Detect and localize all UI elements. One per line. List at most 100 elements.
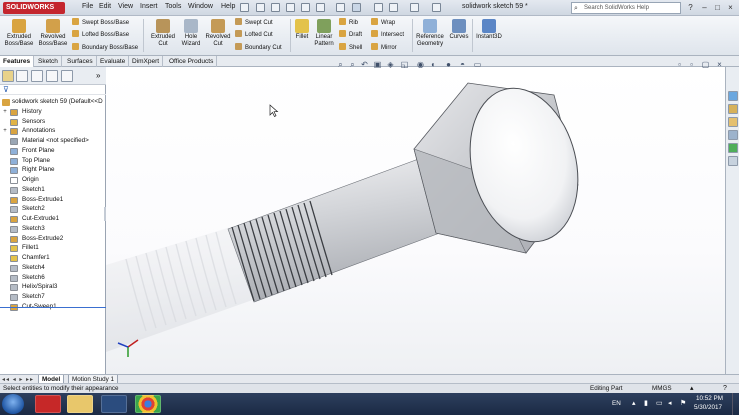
tree-item[interactable]: Boss-Extrude1 [0,195,106,205]
extruded-cut-button[interactable]: Extruded Cut [147,19,179,48]
view-settings-icon[interactable]: ▭ [473,60,482,69]
tree-item[interactable]: Fillet1 [0,243,106,253]
tree-expand-icon[interactable] [2,284,8,290]
menu-edit[interactable]: Edit [99,3,111,10]
tree-item[interactable]: Cut-Extrude1 [0,214,106,224]
previous-view-icon[interactable]: ↶ [360,60,369,69]
tray-arrow-icon[interactable]: ▴ [632,399,636,407]
language-indicator[interactable]: EN [612,400,621,407]
media-player-taskbar-icon[interactable] [101,395,127,413]
menu-window[interactable]: Window [188,3,213,10]
select-icon[interactable] [352,3,361,12]
tree-item[interactable]: Front Plane [0,146,106,156]
tree-item[interactable]: Sketch3 [0,224,106,234]
search-input[interactable]: ⌕ Search SolidWorks Help [571,2,681,14]
status-units[interactable]: MMGS [652,384,672,393]
apply-scene-icon[interactable]: ◓ [458,60,467,69]
tree-item[interactable]: + Annotations [0,126,106,136]
tree-expand-icon[interactable] [2,206,8,212]
extruded-boss-button[interactable]: Extruded Boss/Base [3,19,35,48]
tree-expand-icon[interactable] [2,226,8,232]
open-folder-icon[interactable] [271,3,280,12]
display-manager-icon[interactable] [61,70,73,82]
bolt-head[interactable] [413,77,593,254]
expand-panel-icon[interactable]: » [96,71,100,80]
windows-start-icon[interactable] [2,394,24,414]
tree-item[interactable]: Sketch2 [0,204,106,214]
tab-features[interactable]: Features [0,56,35,67]
tree-expand-icon[interactable]: + [2,109,8,115]
redo-icon[interactable] [336,3,345,12]
zoom-to-fit-icon[interactable]: ⌕ [336,60,345,69]
rebuild-icon[interactable] [374,3,383,12]
solidworks-resources-icon[interactable] [728,91,738,101]
tree-expand-icon[interactable] [2,119,8,125]
tree-expand-icon[interactable]: + [2,128,8,134]
clock-time[interactable]: 10:52 PM [696,395,723,402]
tree-item[interactable]: Sensors [0,117,106,127]
swept-boss-button[interactable]: Swept Boss/Base [72,18,129,27]
wrap-button[interactable]: Wrap [371,18,395,27]
new-document-icon[interactable] [256,3,265,12]
tree-item[interactable]: + History [0,107,106,117]
maximize-button[interactable]: □ [712,2,723,13]
rib-button[interactable]: Rib [339,18,358,27]
tree-item[interactable]: Material <not specified> [0,136,106,146]
tab-sketch[interactable]: Sketch [35,56,62,67]
linear-pattern-button[interactable]: Linear Pattern [312,19,336,48]
view-orientation-icon[interactable]: ◱ [400,60,409,69]
pin-icon[interactable] [240,3,249,12]
mirror-button[interactable]: Mirror [371,43,397,52]
undo-icon[interactable] [316,3,325,12]
tree-item[interactable]: Sketch6 [0,273,106,283]
flyout-icon[interactable] [432,3,441,12]
save-icon[interactable] [286,3,295,12]
design-library-icon[interactable] [728,104,738,114]
reference-geometry-button[interactable]: Reference Geometry [414,19,446,48]
menu-help[interactable]: Help [221,3,235,10]
print-icon[interactable] [301,3,310,12]
file-explorer-icon[interactable] [728,117,738,127]
dynamic-annotation-icon[interactable]: ◈ [386,60,395,69]
hide-show-items-icon[interactable]: ◐ [429,60,438,69]
menu-tools[interactable]: Tools [165,3,181,10]
graphics-area[interactable] [106,67,725,374]
custom-properties-icon[interactable] [728,156,738,166]
tree-expand-icon[interactable] [2,294,8,300]
tree-item[interactable]: Chamfer1 [0,253,106,263]
network-icon[interactable]: ▮ [644,399,648,407]
tree-item[interactable]: Sketch7 [0,292,106,302]
zoom-area-icon[interactable]: ⌕ [348,60,357,69]
tree-item[interactable]: Helix/Spiral3 [0,282,106,292]
close-button[interactable]: × [725,2,736,13]
tree-expand-icon[interactable] [2,265,8,271]
tree-root-part[interactable]: solidwork sketch 59 (Default<<D [0,97,106,107]
solidworks-taskbar-icon[interactable] [35,395,61,413]
units-dropdown-icon[interactable]: ▴ [690,384,694,393]
tab-office-products[interactable]: Office Products [166,56,218,67]
help-button[interactable]: ? [685,2,696,13]
draft-button[interactable]: Draft [339,30,362,39]
lofted-boss-button[interactable]: Lofted Boss/Base [72,30,129,39]
tree-item[interactable]: Boss-Extrude2 [0,234,106,244]
tree-expand-icon[interactable] [2,275,8,281]
curves-button[interactable]: Curves [448,19,470,41]
viewport-maximize-icon[interactable]: ▢ [701,60,710,69]
tree-expand-icon[interactable] [2,167,8,173]
boundary-boss-button[interactable]: Boundary Boss/Base [72,43,138,52]
action-center-icon[interactable]: ⚑ [680,399,686,407]
tab-evaluate[interactable]: Evaluate [97,56,130,67]
hole-wizard-button[interactable]: Hole Wizard [177,19,205,48]
minimize-button[interactable]: – [699,2,710,13]
menu-view[interactable]: View [118,3,133,10]
revolved-boss-button[interactable]: Revolved Boss/Base [37,19,69,48]
tree-expand-icon[interactable] [2,158,8,164]
viewport-restore-icon[interactable]: ▫ [675,60,684,69]
tree-expand-icon[interactable] [2,245,8,251]
lofted-cut-button[interactable]: Lofted Cut [235,30,273,39]
chrome-taskbar-icon[interactable] [135,395,161,413]
options-icon[interactable] [410,3,419,12]
tab-scroll-arrows-icon[interactable]: ◂◂ ◂ ▸ ▸▸ [2,376,34,383]
volume-icon[interactable]: ◂ [668,399,672,407]
file-properties-icon[interactable] [389,3,398,12]
